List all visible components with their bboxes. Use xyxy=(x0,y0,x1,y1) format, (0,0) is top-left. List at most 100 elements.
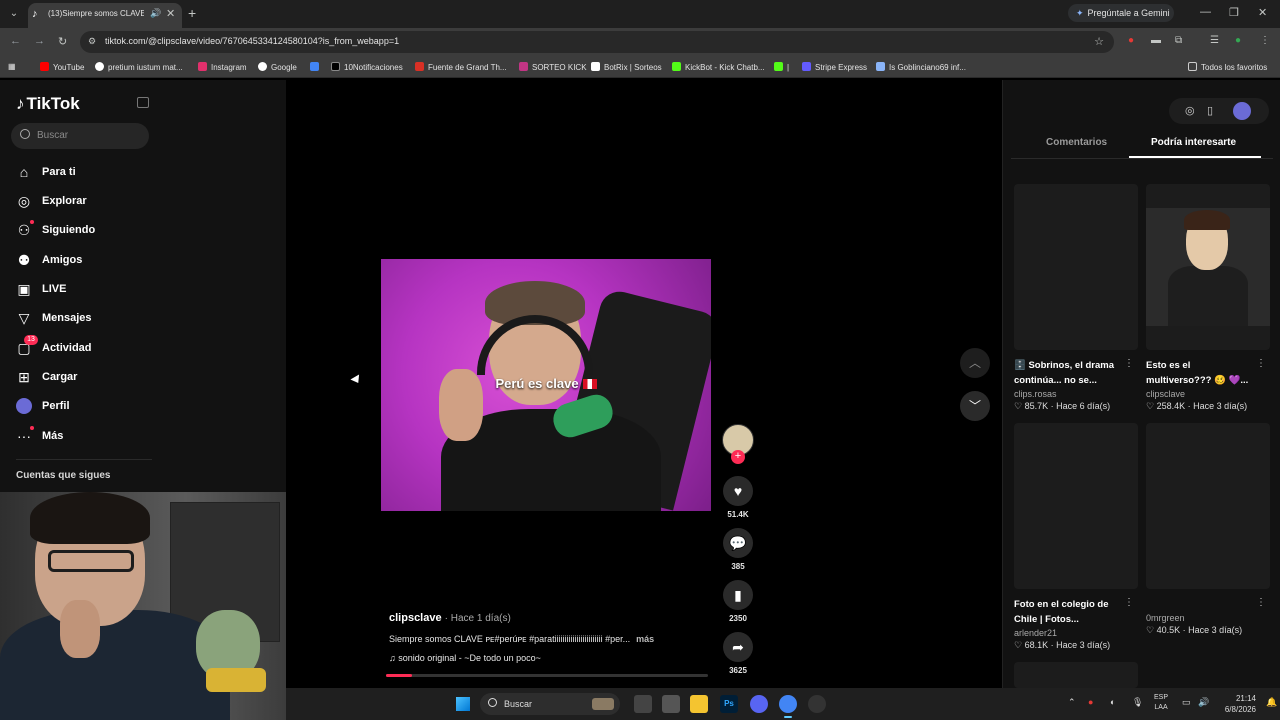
bookmark-youtube[interactable]: YouTube xyxy=(40,62,84,72)
bookmark-x[interactable]: 10Notificaciones xyxy=(331,62,403,72)
bookmark-kickbot[interactable]: KickBot - Kick Chatb... xyxy=(672,62,765,72)
bookmark-botrix[interactable]: BotRix | Sorteos xyxy=(591,62,662,72)
app-icon[interactable] xyxy=(808,695,826,713)
chrome-menu-icon[interactable]: ⋮ xyxy=(1260,35,1270,46)
close-tab-icon[interactable]: ✕ xyxy=(166,7,175,20)
nav-item-para-ti[interactable]: ⌂ Para ti xyxy=(16,162,156,184)
nav-item-perfil[interactable]: Perfil xyxy=(16,396,156,418)
video-thumbnail[interactable] xyxy=(1146,423,1270,589)
bookmark-stripe[interactable]: Stripe Express xyxy=(802,62,867,72)
recommended-video-card[interactable]: ⋮ 0mrgreen ♡ 40.5K · Hace 3 día(s) xyxy=(1146,423,1270,636)
kebab-menu-icon[interactable]: ⋮ xyxy=(1256,358,1266,369)
kebab-menu-icon[interactable]: ⋮ xyxy=(1124,358,1134,369)
all-bookmarks[interactable]: Todos los favoritos xyxy=(1188,62,1267,72)
comment-action[interactable]: 💬 385 xyxy=(722,528,754,571)
system-clock[interactable]: 21:14 6/8/2026 xyxy=(1216,693,1256,715)
app-icon[interactable] xyxy=(662,695,680,713)
bookmark-fuente[interactable]: Fuente de Grand Th... xyxy=(415,62,507,72)
nav-item-actividad[interactable]: ▢ 13 Actividad xyxy=(16,335,156,360)
bookmark-sorteo-kick[interactable]: SORTEO KICK xyxy=(519,62,587,72)
more-link[interactable]: más xyxy=(636,634,654,644)
taskbar-search[interactable]: Buscar xyxy=(480,693,620,715)
tray-app-icon[interactable]: ◐ xyxy=(1110,697,1115,707)
heart-icon[interactable]: ♥ xyxy=(723,476,753,506)
site-info-icon[interactable]: ⚙ xyxy=(88,36,96,47)
tiktok-logo[interactable]: ♪ TikTok xyxy=(16,94,80,114)
network-icon[interactable]: ▭ xyxy=(1182,697,1191,708)
card-owner[interactable]: clipsclave xyxy=(1146,389,1270,399)
video-thumbnail[interactable] xyxy=(1146,184,1270,350)
chrome-icon[interactable] xyxy=(779,695,797,718)
photoshop-icon[interactable]: Ps xyxy=(720,695,738,713)
nav-item-mensajes[interactable]: ▽ Mensajes xyxy=(16,308,156,330)
video-thumbnail[interactable] xyxy=(1014,184,1138,350)
omnibox[interactable]: ⚙ tiktok.com/@clipsclave/video/767064533… xyxy=(80,31,1114,53)
input-language[interactable]: ESP LAA xyxy=(1154,693,1168,713)
bookmark-google[interactable]: Google xyxy=(258,62,297,72)
recommended-video-card[interactable]: 🗄️ Sobrinos, el drama continúa... no se.… xyxy=(1014,184,1138,412)
bookmark-pretium[interactable]: pretium iustum mat... xyxy=(95,62,183,72)
bookmark-star-icon[interactable]: ☆ xyxy=(1094,35,1104,48)
nav-item-cargar[interactable]: ⊞ Cargar xyxy=(16,367,156,389)
file-explorer-icon[interactable] xyxy=(690,695,708,713)
kebab-menu-icon[interactable]: ⋮ xyxy=(1256,597,1266,608)
nav-item-amigos[interactable]: ⚉ Amigos xyxy=(16,250,156,272)
browser-tab[interactable]: ♪ (13)Siempre somos CLAVE 🔊 ✕ xyxy=(28,3,182,28)
back-icon[interactable]: ← xyxy=(10,35,21,47)
gemini-button[interactable]: ✦ Pregúntale a Gemini xyxy=(1068,4,1174,22)
previous-video-chevron-up-icon[interactable]: ︿ xyxy=(960,348,990,378)
collapse-sidebar-icon[interactable] xyxy=(137,97,149,108)
card-owner[interactable]: clips.rosas xyxy=(1014,389,1138,399)
bookmark-kick[interactable]: | xyxy=(774,62,789,72)
tab-podria-interesarte[interactable]: Podría interesarte xyxy=(1151,137,1236,148)
recommended-video-card[interactable] xyxy=(1014,662,1138,688)
chevron-up-icon[interactable]: ⌃ xyxy=(1068,697,1076,708)
tab-groups-icon[interactable]: ☰ xyxy=(1210,35,1219,46)
profile-avatar-icon[interactable]: ● xyxy=(1235,35,1241,46)
microphone-icon[interactable]: 🎙 xyxy=(1132,697,1143,708)
extensions-puzzle-icon[interactable]: ⧉ xyxy=(1175,35,1182,46)
search-input[interactable]: Buscar xyxy=(11,123,149,149)
nav-item-live[interactable]: ▣ LIVE xyxy=(16,279,156,301)
save-action[interactable]: ▮ 2350 xyxy=(722,580,754,623)
video-player[interactable]: Perú es clave xyxy=(381,259,711,511)
comment-icon[interactable]: 💬 xyxy=(723,528,753,558)
audio-icon[interactable]: 🔊 xyxy=(150,8,161,19)
reload-icon[interactable]: ↻ xyxy=(58,35,67,48)
notifications-bell-icon[interactable]: 🔔 xyxy=(1266,697,1277,708)
extension-icon[interactable]: ● xyxy=(1128,35,1134,46)
compass-icon[interactable]: ◎ xyxy=(1185,104,1195,117)
bookmark-instagram[interactable]: Instagram xyxy=(198,62,247,72)
card-owner[interactable]: arlender21 xyxy=(1014,628,1138,638)
restore-icon[interactable]: ❐ xyxy=(1229,6,1239,19)
video-thumbnail[interactable] xyxy=(1014,662,1138,688)
tab-search-icon[interactable]: ⌄ xyxy=(6,6,22,22)
phone-icon[interactable]: ▯ xyxy=(1207,104,1213,117)
video-progress-bar[interactable] xyxy=(386,674,708,677)
card-owner[interactable]: 0mrgreen xyxy=(1146,613,1270,623)
bookmark-colorful[interactable] xyxy=(310,62,323,72)
window-close-icon[interactable]: ✕ xyxy=(1258,6,1267,19)
share-action[interactable]: ➦ 3625 xyxy=(722,632,754,675)
user-avatar[interactable] xyxy=(1233,102,1251,120)
new-tab-icon[interactable]: + xyxy=(188,5,196,21)
tab-comentarios[interactable]: Comentarios xyxy=(1046,137,1107,148)
video-sound[interactable]: ♫ sonido original - ~De todo un poco~ xyxy=(389,653,709,663)
volume-icon[interactable]: 🔊 xyxy=(1198,697,1209,708)
url-text[interactable]: tiktok.com/@clipsclave/video/76706453341… xyxy=(105,36,399,46)
bookmark-icon[interactable]: ▮ xyxy=(723,580,753,610)
tray-app-icon[interactable]: ● xyxy=(1088,697,1093,707)
extension-icon[interactable]: ▬ xyxy=(1151,35,1161,46)
video-author[interactable]: clipsclave · Hace 1 día(s) xyxy=(389,612,709,624)
share-icon[interactable]: ➦ xyxy=(723,632,753,662)
nav-item-explorar[interactable]: ◎ Explorar xyxy=(16,191,156,213)
like-action[interactable]: ♥ 51.4K xyxy=(722,476,754,519)
discord-icon[interactable] xyxy=(750,695,768,713)
apps-icon[interactable]: ▦ xyxy=(8,62,16,71)
nav-item-siguiendo[interactable]: ⚇ Siguiendo xyxy=(16,220,156,242)
task-view-icon[interactable] xyxy=(634,695,652,713)
nav-item-mas[interactable]: ··· Más xyxy=(16,426,156,448)
follow-plus-icon[interactable]: + xyxy=(731,450,745,464)
video-thumbnail[interactable] xyxy=(1014,423,1138,589)
recommended-video-card[interactable]: Esto es el multiverso??? 🥴 💜... ⋮ clipsc… xyxy=(1146,184,1270,412)
